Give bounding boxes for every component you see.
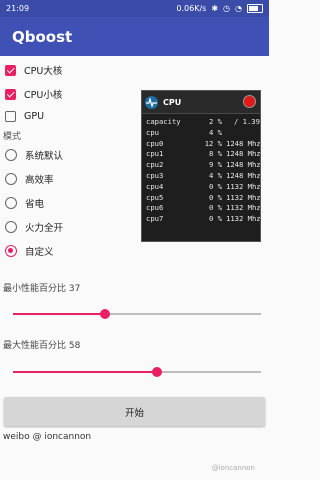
checkbox-cpu-big[interactable]: CPU大核 bbox=[5, 63, 62, 77]
slider-thumb[interactable] bbox=[151, 367, 162, 377]
overlay-stats: capacity 2 %/ 1.39 cpu 4 % cpu0 12 % 1248 Mh… bbox=[142, 114, 261, 225]
radio-circle[interactable] bbox=[5, 197, 17, 209]
stat-row: cpu4 0 % 1132 Mhz bbox=[146, 181, 261, 191]
checkbox-cpu-little[interactable]: CPU小核 bbox=[5, 87, 62, 101]
weibo-watermark: @ioncannon bbox=[211, 464, 255, 472]
min-performance-label: 最小性能百分比 37 bbox=[3, 284, 81, 294]
battery-icon bbox=[247, 4, 263, 13]
radio-circle[interactable] bbox=[5, 245, 17, 257]
checkbox-label: GPU bbox=[24, 111, 45, 122]
cpu-monitor-overlay[interactable]: CPU capacity 2 %/ 1.39 cpu 4 % cpu0 12 % 124… bbox=[141, 90, 261, 242]
status-icons: 0.06K/s ✱ ◷ ◔ bbox=[176, 4, 263, 13]
app-bar: Qboost bbox=[0, 17, 269, 56]
status-bar: 21:09 0.06K/s ✱ ◷ ◔ bbox=[0, 0, 269, 17]
radio-full-power[interactable]: 火力全开 bbox=[5, 220, 63, 234]
alarm-icon: ◷ bbox=[223, 4, 231, 13]
max-performance-label: 最大性能百分比 58 bbox=[3, 341, 81, 351]
stat-row: cpu2 9 % 1248 Mhz bbox=[146, 160, 261, 170]
stat-row: cpu6 0 % 1132 Mhz bbox=[146, 203, 261, 213]
stat-row: cpu1 8 % 1248 Mhz bbox=[146, 149, 261, 159]
close-icon[interactable] bbox=[243, 95, 256, 108]
checkbox-box[interactable] bbox=[5, 111, 16, 122]
network-speed: 0.06K/s bbox=[176, 4, 207, 13]
checkbox-box[interactable] bbox=[5, 64, 16, 76]
wifi-icon: ◔ bbox=[235, 4, 242, 13]
radio-power-saving[interactable]: 省电 bbox=[5, 196, 44, 210]
stat-row: cpu 4 % bbox=[146, 127, 222, 137]
radio-custom[interactable]: 自定义 bbox=[5, 244, 54, 258]
radio-label: 省电 bbox=[25, 199, 45, 210]
footer-credit: weibo @ ioncannon bbox=[3, 432, 92, 442]
radio-label: 系统默认 bbox=[25, 151, 64, 162]
start-button[interactable]: 开始 bbox=[4, 397, 265, 426]
start-button-label: 开始 bbox=[124, 407, 144, 419]
stat-row: cpu3 4 % 1248 Mhz bbox=[146, 170, 261, 180]
radio-circle[interactable] bbox=[5, 221, 17, 233]
min-performance-slider[interactable] bbox=[13, 307, 261, 321]
overlay-title: CPU bbox=[163, 97, 182, 107]
stat-row: cpu7 0 % 1132 Mhz bbox=[146, 214, 261, 224]
stat-row: cpu5 0 % 1132 Mhz bbox=[146, 192, 261, 202]
stat-row: cpu0 12 % 1248 Mhz bbox=[146, 138, 261, 148]
radio-system-default[interactable]: 系统默认 bbox=[5, 148, 63, 162]
max-performance-slider[interactable] bbox=[13, 365, 261, 379]
slider-thumb[interactable] bbox=[99, 309, 110, 319]
radio-label: 火力全开 bbox=[25, 223, 64, 234]
checkbox-box[interactable] bbox=[5, 88, 16, 100]
stat-row: capacity 2 %/ 1.39 bbox=[146, 117, 260, 126]
checkbox-gpu[interactable]: GPU bbox=[5, 111, 44, 122]
checkbox-label: CPU小核 bbox=[24, 90, 63, 101]
pulse-icon bbox=[145, 95, 158, 109]
radio-label: 自定义 bbox=[25, 247, 54, 258]
radio-circle[interactable] bbox=[5, 149, 17, 161]
bluetooth-icon: ✱ bbox=[211, 4, 219, 13]
app-title: Qboost bbox=[12, 27, 73, 46]
slider-fill bbox=[13, 371, 157, 373]
radio-label: 高效率 bbox=[25, 175, 54, 186]
overlay-header[interactable]: CPU bbox=[142, 91, 260, 114]
slider-fill bbox=[13, 313, 105, 315]
checkbox-label: CPU大核 bbox=[24, 66, 63, 77]
radio-high-efficiency[interactable]: 高效率 bbox=[5, 172, 54, 186]
mode-label: 模式 bbox=[3, 132, 22, 142]
radio-circle[interactable] bbox=[5, 173, 17, 185]
status-time: 21:09 bbox=[6, 4, 30, 13]
